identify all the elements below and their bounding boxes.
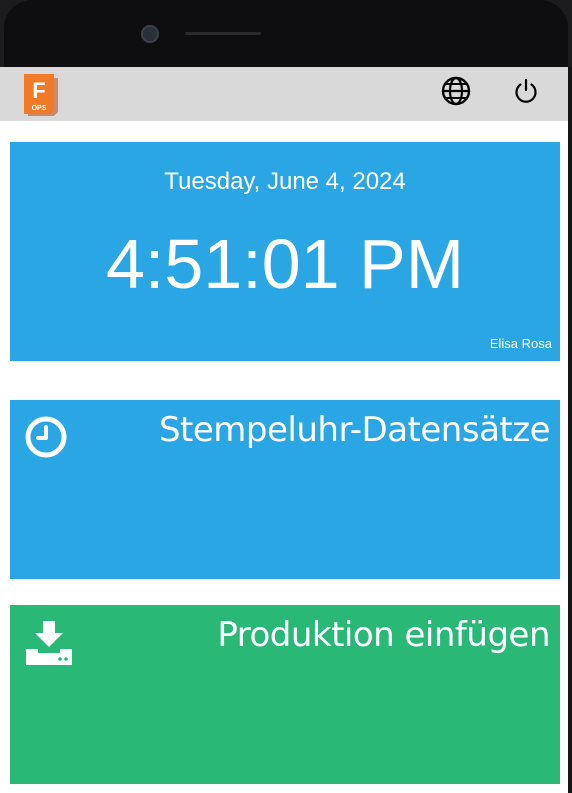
power-icon [515,78,537,103]
timeclock-records-tile[interactable]: Stempeluhr-Datensätze [10,400,560,579]
app-logo: F OPS [20,72,58,116]
tile-title: Stempeluhr-Datensätze [158,410,551,450]
clock-icon [24,414,72,462]
insert-production-tile[interactable]: Produktion einfügen [10,605,560,784]
current-date: Tuesday, June 4, 2024 [164,168,406,195]
earpiece-speaker [185,32,261,35]
device-top [4,0,568,67]
logo-letter: F [32,78,45,103]
main-content: Tuesday, June 4, 2024 4:51:01 PM Elisa R… [0,121,568,793]
app-logo-icon: F OPS [24,74,58,116]
logo-caption: OPS [32,105,47,112]
app-header: F OPS [0,67,568,121]
tile-title: Produktion einfügen [217,615,550,655]
download-tray-icon [24,619,72,667]
device-bezel [0,0,572,67]
front-camera [141,25,159,43]
device-edge [568,67,572,793]
clock-card: Tuesday, June 4, 2024 4:51:01 PM Elisa R… [10,142,560,361]
language-button[interactable] [440,75,472,107]
globe-icon [441,76,471,106]
current-time: 4:51:01 PM [106,225,464,303]
logout-button[interactable] [512,77,540,105]
user-name: Elisa Rosa [489,336,552,351]
